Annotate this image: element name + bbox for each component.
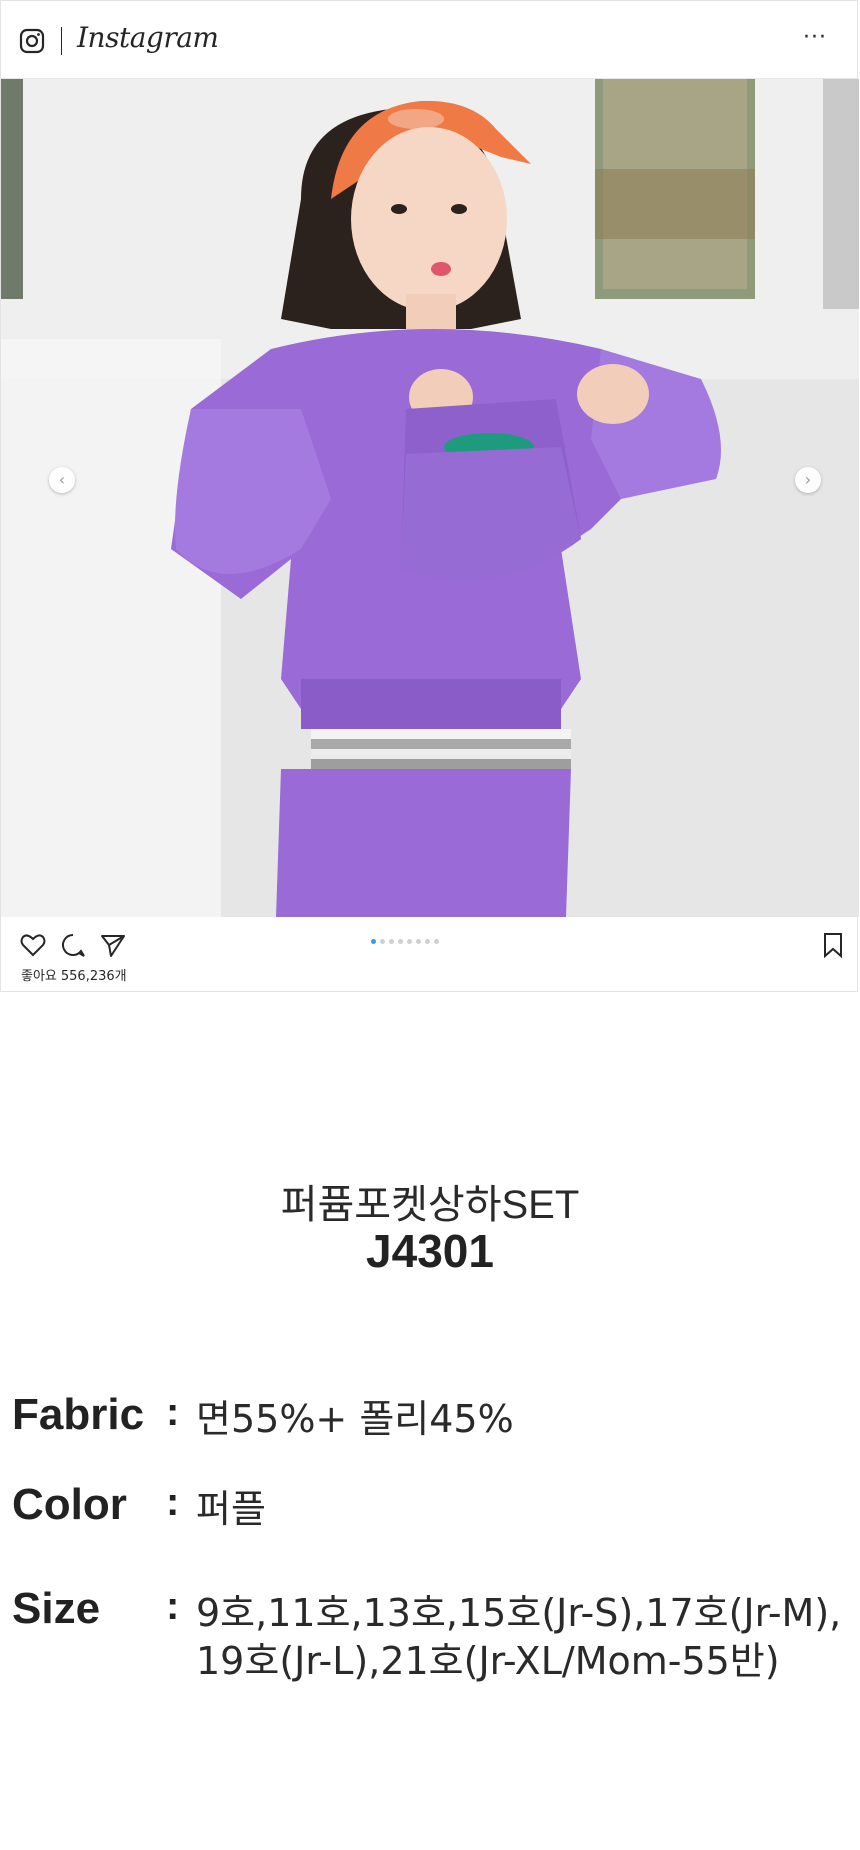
carousel-next-button[interactable]: › bbox=[795, 467, 821, 493]
size-label: Size bbox=[12, 1584, 101, 1633]
size-colon: : bbox=[166, 1584, 180, 1628]
comment-icon[interactable] bbox=[59, 931, 87, 959]
carousel-indicator bbox=[371, 939, 439, 944]
carousel-dot bbox=[434, 939, 439, 944]
color-label: Color bbox=[12, 1480, 127, 1529]
likes-number: 556,236개 bbox=[60, 969, 127, 984]
instagram-post-card: Instagram ··· ‹ › 좋아요 556,236개 bbox=[0, 0, 859, 993]
carousel-dot bbox=[407, 939, 412, 944]
carousel-dot bbox=[425, 939, 430, 944]
carousel-dot bbox=[398, 939, 403, 944]
size-value-line-2: 19호(Jr-L),21호(Jr-XL/Mom-55반) bbox=[196, 1639, 780, 1683]
carousel-dot bbox=[389, 939, 394, 944]
product-photo-illustration bbox=[1, 79, 859, 917]
size-value: 9호,11호,13호,15호(Jr-S),17호(Jr-M), 19호(Jr-L… bbox=[196, 1589, 856, 1685]
fabric-label: Fabric bbox=[12, 1390, 145, 1439]
instagram-camera-icon[interactable] bbox=[19, 28, 45, 54]
product-code: J4301 bbox=[366, 1225, 494, 1277]
share-icon[interactable] bbox=[99, 931, 127, 959]
likes-label: 좋아요 bbox=[21, 969, 57, 984]
size-value-line-1: 9호,11호,13호,15호(Jr-S),17호(Jr-M), bbox=[196, 1591, 842, 1635]
carousel-dot bbox=[371, 939, 376, 944]
color-colon: : bbox=[166, 1480, 180, 1524]
instagram-logo[interactable]: Instagram bbox=[77, 21, 219, 54]
likes-count[interactable]: 좋아요 556,236개 bbox=[21, 965, 131, 984]
post-photo[interactable]: ‹ › bbox=[1, 79, 859, 917]
heart-icon[interactable] bbox=[19, 931, 47, 959]
carousel-dot bbox=[380, 939, 385, 944]
fabric-colon: : bbox=[166, 1390, 180, 1434]
post-header: Instagram ··· bbox=[1, 1, 857, 79]
header-divider bbox=[61, 27, 62, 55]
post-actions-bar: 좋아요 556,236개 bbox=[1, 917, 857, 993]
carousel-prev-button[interactable]: ‹ bbox=[49, 467, 75, 493]
carousel-dot bbox=[416, 939, 421, 944]
more-options-button[interactable]: ··· bbox=[803, 25, 827, 50]
color-value: 퍼플 bbox=[196, 1487, 266, 1531]
fabric-value: 면55%+ 폴리45% bbox=[196, 1397, 514, 1441]
bookmark-icon[interactable] bbox=[819, 931, 847, 959]
product-name: 퍼퓸포켓상하SET bbox=[280, 1183, 580, 1227]
